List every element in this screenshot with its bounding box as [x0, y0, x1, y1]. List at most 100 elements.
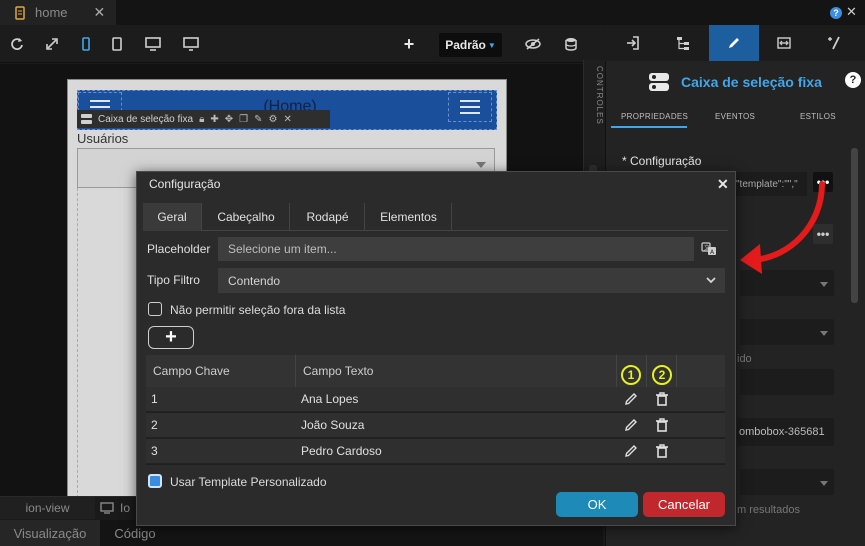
guide-line — [77, 188, 78, 498]
tipo-filtro-select[interactable]: Contendo — [218, 268, 725, 293]
subtab-eventos[interactable]: EVENTOS — [715, 112, 755, 121]
expand-icon[interactable] — [43, 35, 61, 53]
copy-icon[interactable]: ❐ — [239, 114, 248, 125]
config-label: * Configuração — [622, 154, 702, 168]
mode-dropdown-label: Padrão — [445, 38, 486, 52]
refresh-icon[interactable] — [8, 35, 26, 53]
wand-icon[interactable] — [810, 25, 858, 61]
property-input-id[interactable]: ombobox-365681 — [737, 418, 834, 446]
tablet-icon[interactable] — [108, 35, 126, 53]
close-icon[interactable]: ✕ — [717, 176, 729, 193]
phone-icon[interactable] — [77, 35, 95, 53]
chevron-down-icon: ▼ — [487, 40, 496, 50]
monitor-icon[interactable] — [182, 35, 200, 53]
column-campo-texto[interactable]: Campo Texto — [303, 364, 373, 378]
panel-title: Caixa de seleção fixa — [681, 74, 822, 90]
selected-component-bar[interactable]: Caixa de seleção fixa 🔒︎ ✚ ✥ ❐ ✎ ⚙ ✕ — [77, 110, 330, 128]
column-divider — [616, 355, 617, 387]
eye-slash-icon[interactable] — [524, 35, 542, 53]
tree-icon[interactable] — [659, 25, 707, 61]
tab-elementos[interactable]: Elementos — [366, 203, 452, 231]
dialog-title: Configuração — [149, 177, 221, 191]
trash-icon[interactable] — [654, 391, 670, 407]
row-key: 1 — [151, 392, 158, 406]
column-divider — [646, 355, 647, 387]
subtab-propriedades[interactable]: PROPRIEDADES — [621, 112, 688, 121]
breadcrumb-ion-view[interactable]: ion-view — [0, 497, 95, 519]
ok-button[interactable]: OK — [556, 492, 638, 517]
edit-icon[interactable] — [623, 417, 639, 433]
lock-icon[interactable]: 🔒︎ — [199, 114, 204, 125]
annotation-arrow-icon — [730, 180, 830, 275]
row-text: Pedro Cardoso — [301, 444, 382, 458]
add-icon[interactable]: + — [400, 34, 418, 54]
gear-icon[interactable]: ⚙ — [269, 114, 278, 125]
trash-icon[interactable] — [654, 443, 670, 459]
marker-1: 1 — [621, 365, 641, 385]
desktop-icon — [100, 502, 114, 514]
chevron-down-icon — [820, 331, 828, 336]
cancel-button[interactable]: Cancelar — [643, 492, 725, 517]
column-campo-chave[interactable]: Campo Chave — [153, 364, 230, 378]
chevron-down-icon — [820, 481, 828, 486]
database-icon[interactable] — [562, 35, 580, 53]
tab-geral[interactable]: Geral — [143, 203, 202, 231]
close-icon[interactable]: ✕ — [284, 114, 292, 125]
combobox-caret-icon — [476, 162, 486, 168]
column-divider — [676, 355, 677, 387]
move-icon[interactable]: ✥ — [225, 114, 233, 125]
trash-icon[interactable] — [654, 417, 670, 433]
tab-visualizacao[interactable]: Visualização — [0, 520, 100, 546]
controles-side-tab[interactable]: CONTROLES — [586, 66, 604, 156]
combobox-icon — [648, 71, 670, 93]
tab-bar — [0, 0, 865, 25]
edit-icon[interactable] — [623, 391, 639, 407]
placeholder-label: Placeholder — [147, 242, 211, 256]
tipo-filtro-label: Tipo Filtro — [147, 273, 200, 287]
help-icon[interactable]: ? — [845, 72, 861, 88]
property-input[interactable] — [740, 369, 834, 395]
property-label-fragment: ido — [737, 353, 752, 365]
desktop-icon[interactable] — [144, 35, 162, 53]
component-label: Usuários — [77, 131, 129, 146]
tab-rodape[interactable]: Rodapé — [291, 203, 365, 231]
add-icon[interactable]: ✚ — [210, 114, 218, 125]
row-key: 3 — [151, 444, 158, 458]
property-label-fragment: m resultados — [737, 504, 800, 516]
usar-template-label: Usar Template Personalizado — [170, 475, 327, 489]
login-icon[interactable] — [609, 25, 657, 61]
mode-dropdown[interactable]: Padrão ▼ — [439, 33, 502, 57]
pencil-icon[interactable] — [709, 25, 759, 61]
brush-icon[interactable]: ✎ — [254, 114, 262, 125]
file-icon — [15, 5, 25, 20]
placeholder-input[interactable] — [218, 237, 694, 261]
row-text: Ana Lopes — [301, 392, 359, 406]
breadcrumb-io-label: Io — [120, 501, 131, 515]
breadcrumb-io[interactable]: Io — [100, 497, 140, 519]
nao-permitir-checkbox[interactable] — [148, 302, 162, 316]
nao-permitir-label: Não permitir seleção fora da lista — [170, 303, 346, 317]
tab-cabecalho[interactable]: Cabeçalho — [203, 203, 290, 231]
row-text: João Souza — [301, 418, 365, 432]
subtab-estilos[interactable]: ESTILOS — [800, 112, 836, 121]
tab-home[interactable]: home ✕ — [0, 0, 116, 25]
chevron-down-icon — [820, 282, 828, 287]
help-icon[interactable]: ? — [830, 7, 842, 19]
menu-icon-right[interactable] — [448, 92, 492, 122]
tab-home-label: home — [35, 5, 68, 20]
close-tab-icon[interactable]: ✕ — [94, 4, 106, 21]
marker-2: 2 — [652, 365, 672, 385]
chevron-down-icon — [705, 274, 717, 286]
usar-template-checkbox[interactable] — [148, 474, 162, 488]
close-icon[interactable]: ✕ — [846, 4, 857, 20]
toolbar: + — [0, 25, 603, 63]
combobox-icon — [81, 114, 92, 124]
add-row-button[interactable]: + — [148, 326, 194, 349]
column-divider — [295, 355, 296, 387]
translate-icon[interactable]: 文A — [701, 241, 717, 257]
row-key: 2 — [151, 418, 158, 432]
panel-scrollbar-thumb[interactable] — [851, 148, 858, 303]
edit-icon[interactable] — [623, 443, 639, 459]
selected-component-label: Caixa de seleção fixa — [98, 113, 194, 125]
resize-horizontal-icon[interactable] — [760, 25, 808, 61]
